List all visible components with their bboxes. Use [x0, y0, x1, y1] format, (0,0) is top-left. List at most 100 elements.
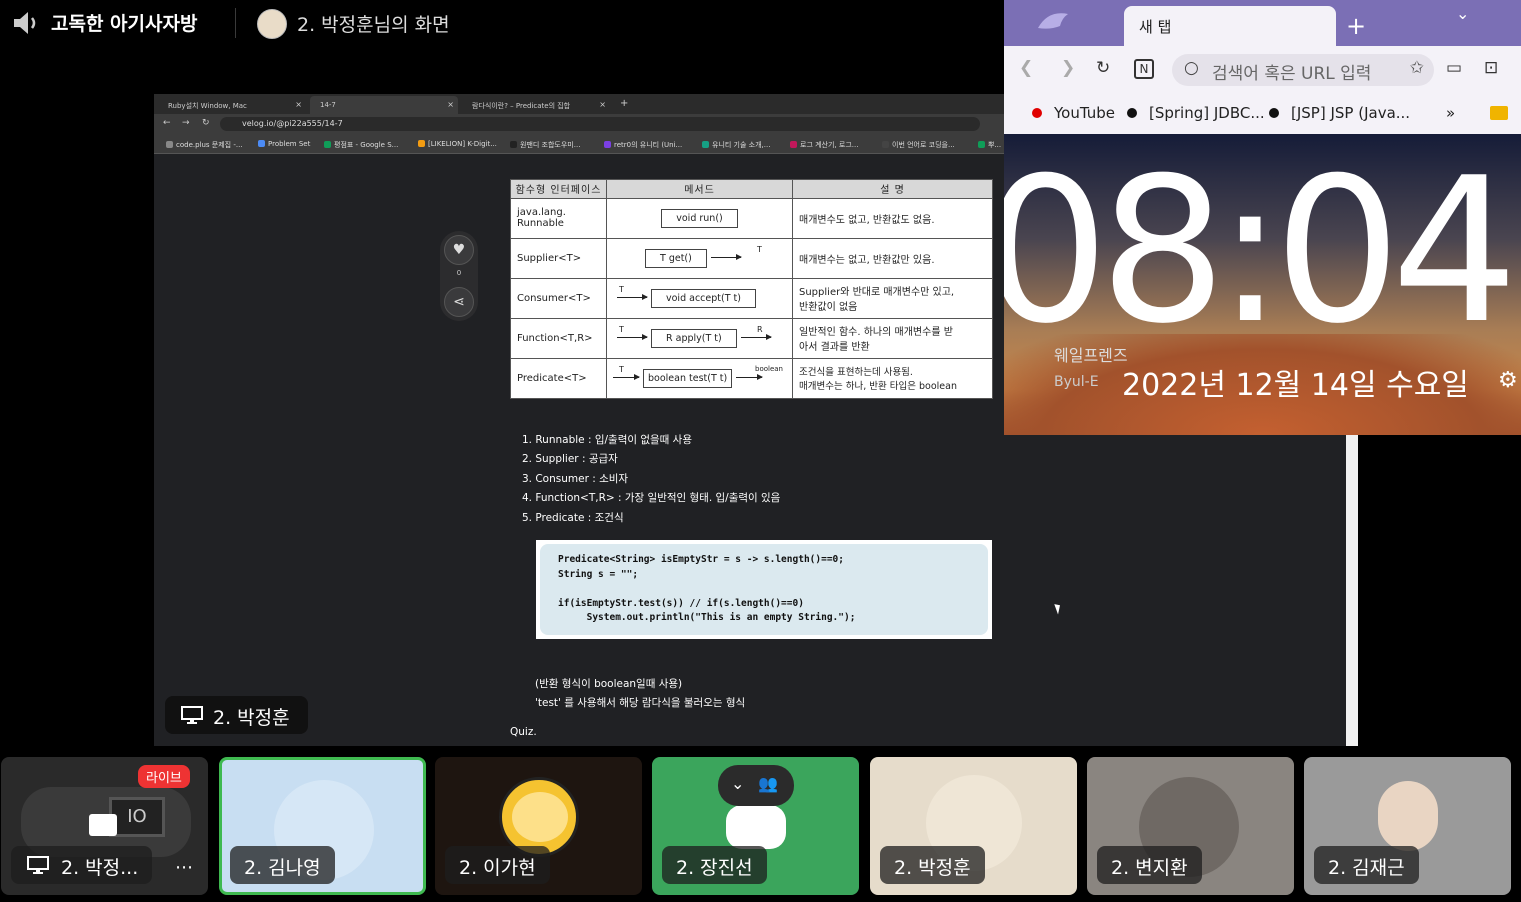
bookmark-label: 이번 언어로 코딩을...	[892, 141, 955, 149]
output-arrow	[740, 334, 772, 341]
like-count: 0	[456, 269, 462, 277]
list-item: 3. Consumer : 소비자	[522, 472, 629, 485]
close-icon[interactable]: ×	[295, 100, 302, 109]
browser-tab-active[interactable]: 14-7 ×	[310, 96, 458, 114]
bookmarks-bar: code.plus 문제집 -... Problem Set 평점표 - Goo…	[154, 134, 1004, 154]
chevron-down-icon[interactable]: ⌄	[1456, 4, 1469, 23]
room-title: 고독한 아기사자방	[51, 13, 198, 35]
participant-name: 2. 이가현	[445, 846, 550, 884]
participant-tile-speaking[interactable]: 2. 김나영	[219, 757, 426, 895]
share-icon[interactable]: ⋖	[444, 287, 474, 317]
live-badge: 라이브	[138, 765, 190, 788]
browser-tab[interactable]: Ruby설치 Window, Mac ×	[158, 96, 306, 114]
favorite-add-icon[interactable]: ✩	[1410, 58, 1424, 78]
presenter-name: 2. 박정훈	[213, 707, 290, 729]
monitor-icon	[181, 706, 203, 724]
bookmark-label: YouTube	[1054, 104, 1115, 122]
back-icon[interactable]: ←	[163, 118, 171, 128]
output-label: T	[757, 244, 762, 254]
gear-icon[interactable]: ⚙	[1498, 368, 1518, 393]
output-arrow	[736, 374, 764, 381]
column-header: 메서드	[606, 179, 793, 199]
table-row: Predicate<T> Tboolean test(T t) boolean 조…	[510, 357, 993, 400]
bookmark-label: [Spring] JDBC...	[1149, 104, 1265, 122]
note-text: (반환 형식이 boolean일때 사용)	[535, 678, 683, 690]
reload-icon[interactable]: ↻	[202, 118, 210, 128]
tab-label: 14-7	[320, 101, 336, 109]
monitor-icon	[27, 856, 49, 874]
list-item: 5. Predicate : 조건식	[522, 511, 624, 524]
bookmark-item[interactable]: 유니티 기술 소개,...	[702, 140, 770, 150]
participant-tile[interactable]: 2. 이가현	[435, 757, 642, 895]
browser-toolbar: ← → ↻ velog.io/@pi22a555/14-7	[154, 114, 1004, 134]
bookmark-label: [JSP] JSP (Java...	[1291, 104, 1411, 122]
bookmark-item[interactable]: 평점표 - Google S...	[324, 140, 398, 150]
new-tab-button[interactable]: +	[616, 96, 636, 114]
bookmark-item[interactable]: [Spring] JDBC...	[1127, 104, 1265, 122]
capture-icon[interactable]: ▭	[1446, 58, 1462, 78]
heart-icon[interactable]: ♥	[444, 235, 474, 265]
code-block: Predicate<String> isEmptyStr = s -> s.le…	[540, 544, 988, 635]
close-icon[interactable]: ×	[447, 100, 454, 109]
more-bookmarks-icon[interactable]: »	[1446, 104, 1455, 122]
participants-toggle-button[interactable]: ⌄ 👥	[718, 765, 794, 806]
reload-icon[interactable]: ↻	[1096, 58, 1110, 78]
folder-icon[interactable]	[1490, 106, 1508, 120]
list-item: 4. Function<T,R> : 가장 일반적인 형태. 입/출력이 있음	[522, 492, 781, 505]
participant-tile[interactable]: 2. 박정훈	[870, 757, 1077, 895]
bookmark-item[interactable]: [LIKELION] K-Digit...	[418, 140, 497, 148]
close-icon[interactable]: ×	[599, 100, 606, 109]
forward-icon[interactable]: ❯	[1061, 58, 1075, 78]
bookmark-item[interactable]: [JSP] JSP (Java...	[1269, 104, 1410, 122]
whale-logo-icon	[1038, 13, 1068, 29]
participant-name: 2. 김나영	[230, 846, 335, 884]
desc-cell: 조건식을 표현하는데 사용됨. 매개변수는 하나, 반환 타입은 boolean	[792, 357, 993, 400]
screen-thumbnail: IO	[109, 797, 165, 837]
new-tab-window: 새 탭 + ⌄ ❮ ❯ ↻ N ○ 검색어 혹은 URL 입력 ✩ ▭ ⊡ Yo…	[1004, 0, 1521, 435]
bookmark-label: 로그 계산기, 로그...	[800, 141, 859, 149]
people-icon: 👥	[758, 774, 778, 793]
list-item: 1. Runnable : 입/출력이 없을때 사용	[522, 434, 692, 446]
participant-name: 2. 박정훈	[880, 846, 985, 884]
bookmark-item[interactable]: Problem Set	[258, 140, 310, 148]
method-cell: Tvoid accept(T t)	[606, 277, 793, 319]
desc-cell: 매개변수는 없고, 반환값만 있음.	[792, 237, 993, 279]
forward-icon[interactable]: →	[182, 118, 190, 128]
bookmark-youtube[interactable]: YouTube	[1032, 104, 1115, 122]
iface-cell: Consumer<T>	[510, 277, 607, 319]
date: 2022년 12월 14일 수요일	[1122, 368, 1469, 403]
participant-tile[interactable]: IO 라이브 2. 박정... ⋯	[1, 757, 208, 895]
desc-cell: Supplier와 반대로 매개변수만 있고, 반환값이 없음	[792, 277, 993, 319]
notion-icon[interactable]: N	[1134, 59, 1154, 79]
bookmark-item[interactable]: 로그 계산기, 로그...	[790, 140, 858, 150]
method-cell: T get() T	[606, 237, 793, 279]
desc-cell: 매개변수도 없고, 반환값도 없음.	[792, 197, 993, 239]
table-row: Supplier<T> T get() T 매개변수는 없고, 반환값만 있음.	[510, 237, 993, 279]
participant-name: 2. 김재근	[1314, 846, 1419, 884]
back-icon[interactable]: ❮	[1019, 58, 1033, 78]
participant-tile[interactable]: 2. 김재근	[1304, 757, 1511, 895]
table-row: java.lang. Runnable void run() 매개변수도 없고,…	[510, 197, 993, 239]
bookmark-item[interactable]: 이번 언어로 코딩을...	[882, 140, 955, 150]
avatar	[1378, 781, 1438, 851]
add-tab-icon[interactable]: +	[1346, 12, 1366, 40]
method-cell: Tboolean test(T t) boolean	[606, 357, 793, 400]
more-options-icon[interactable]: ⋯	[175, 857, 193, 878]
participant-tile[interactable]: 2. 변지환	[1087, 757, 1294, 895]
address-bar[interactable]: velog.io/@pi22a555/14-7	[220, 117, 980, 131]
participant-name: 2. 장진선	[662, 846, 767, 884]
tab-new[interactable]: 새 탭	[1124, 6, 1336, 46]
screenshot-icon[interactable]: ⊡	[1484, 58, 1498, 78]
table-row: Function<T,R> T R apply(T t) R 일반적인 함수. 하나…	[510, 317, 993, 359]
speaker-icon[interactable]	[12, 10, 40, 36]
browser-tab[interactable]: 람다식이란? – Predicate의 집합 ×	[462, 96, 610, 114]
bookmark-item[interactable]: 원팬디 조합도우미...	[510, 140, 580, 150]
desc-cell: 일반적인 함수. 하나의 매개변수를 받 아서 결과를 반환	[792, 317, 993, 359]
sharer-title: 2. 박정훈님의 화면	[297, 14, 450, 36]
bookmark-item[interactable]: code.plus 문제집 -...	[166, 140, 243, 150]
search-input[interactable]: ○ 검색어 혹은 URL 입력 ✩	[1172, 54, 1434, 86]
bookmark-item[interactable]: 뿌...	[978, 140, 1001, 150]
bookmark-item[interactable]: retr0의 유니티 (Uni...	[604, 140, 682, 150]
scrollbar[interactable]	[1346, 434, 1358, 746]
bookmark-label: 뿌...	[988, 141, 1002, 149]
